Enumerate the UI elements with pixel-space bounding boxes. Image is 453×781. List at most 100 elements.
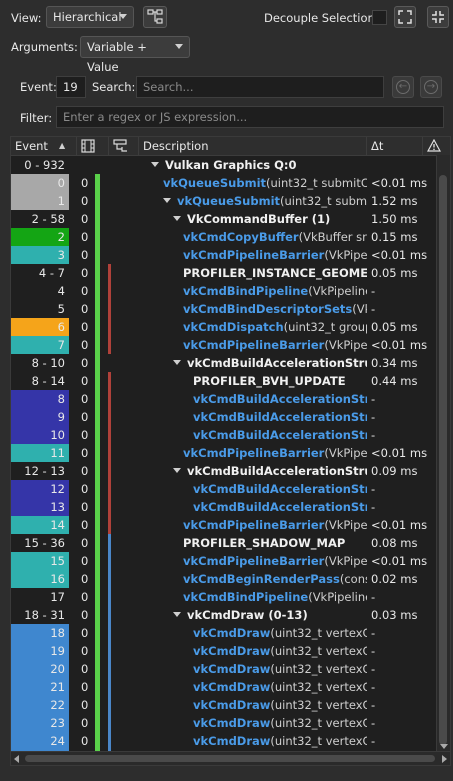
description-cell: vkCmdDraw(uint32_t vertexC... (193, 660, 367, 678)
view-select-value: Hierarchical (53, 10, 122, 24)
table-row[interactable]: 5 0 vkCmdBindDescriptorSets(VkPi...- (11, 300, 437, 318)
expand-button[interactable] (394, 6, 416, 28)
event-id-cell: 14 (11, 516, 69, 534)
scroll-right-arrow-icon[interactable] (442, 755, 447, 763)
table-row[interactable]: 23 0 vkCmdDraw(uint32_t vertexC...- (11, 714, 437, 732)
table-row[interactable]: 20 0 vkCmdDraw(uint32_t vertexC...- (11, 660, 437, 678)
event-column-header[interactable]: Event ▲ (11, 137, 77, 155)
table-row[interactable]: 12 - 13 0 vkCmdBuildAccelerationStruc... 0.… (11, 462, 437, 480)
marker-bar-green (95, 552, 100, 570)
view-select[interactable]: Hierarchical (46, 6, 134, 28)
table-row[interactable]: 8 0 vkCmdBuildAccelerationStr... - (11, 390, 437, 408)
table-row[interactable]: 19 0 vkCmdDraw(uint32_t vertexC...- (11, 642, 437, 660)
table-row[interactable]: 24 0 vkCmdDraw(uint32_t vertexC...- (11, 732, 437, 750)
table-row[interactable]: 00 vkQueueSubmit(uint32_t submitCo... <0.0… (11, 174, 437, 192)
table-row[interactable]: 10 0 vkCmdBuildAccelerationStr... - (11, 426, 437, 444)
arguments-select[interactable]: Variable + Value (80, 36, 190, 74)
table-row[interactable]: 70 vkCmdPipelineBarrier(VkPipeli... <0.01 … (11, 336, 437, 354)
table-row[interactable]: 12 0 vkCmdBuildAccelerationStr... - (11, 480, 437, 498)
marker-bar-green (95, 210, 100, 228)
marker-bar-red (108, 444, 111, 462)
warning-column-header[interactable] (423, 137, 450, 155)
event-id-cell: 24 (11, 732, 69, 750)
event-tree[interactable]: Event ▲ Description Δt 0 - 932 Vulkan Gr… (10, 136, 451, 766)
tree-view-button[interactable] (143, 6, 167, 28)
draw-count-cell: 0 (81, 500, 89, 514)
draw-count-cell: 0 (81, 356, 89, 370)
pipeline-icon (113, 139, 127, 152)
table-row[interactable]: 2 - 58 0 VkCommandBuffer (1) 1.50 ms (11, 210, 437, 228)
event-id-cell: 10 (11, 426, 69, 444)
marker-name: VkCommandBuffer (1) (187, 212, 331, 226)
dt-column-header[interactable]: Δt (367, 137, 423, 155)
decouple-selection-checkbox[interactable] (372, 10, 387, 25)
collapse-button[interactable] (427, 6, 449, 28)
expand-arrow-icon[interactable] (151, 162, 159, 167)
marker-bar-blue (108, 642, 111, 660)
table-row[interactable]: 4 0 vkCmdBindPipeline(VkPipeline...- (11, 282, 437, 300)
expand-arrow-icon[interactable] (173, 360, 181, 365)
table-row[interactable]: 16 0 vkCmdBeginRenderPass(const ... 0.02 ms (11, 570, 437, 588)
table-row[interactable]: 15 - 36 0 PROFILER_SHADOW_MAP 0.08 ms (11, 534, 437, 552)
api-call-args: (VkPipeli... (324, 518, 367, 532)
draw-count-cell: 0 (81, 374, 89, 388)
marker-column-header[interactable] (109, 137, 139, 155)
expand-arrow-icon[interactable] (163, 198, 171, 203)
event-id-cell: 8 - 14 (31, 374, 65, 388)
table-row[interactable]: 8 - 14 0 PROFILER_BVH_UPDATE 0.44 ms (11, 372, 437, 390)
table-row[interactable]: 30 vkCmdPipelineBarrier(VkPipeli... <0.01 … (11, 246, 437, 264)
table-row[interactable]: 22 0 vkCmdDraw(uint32_t vertexC...- (11, 696, 437, 714)
event-header-label: Event (15, 139, 48, 153)
marker-bar-green (95, 354, 100, 372)
table-row[interactable]: 9 0 vkCmdBuildAccelerationStr... - (11, 408, 437, 426)
table-row[interactable]: 18 - 31 0 vkCmdDraw (0-13) 0.03 ms (11, 606, 437, 624)
search-input[interactable]: Search... (136, 76, 384, 98)
filter-input[interactable]: Enter a regex or JS expression... (56, 106, 444, 128)
table-row[interactable]: 17 0 vkCmdBindPipeline(VkPipeline...- (11, 588, 437, 606)
api-call-args: (uint32_t vertexC... (270, 734, 367, 748)
arguments-select-value: Variable + Value (87, 40, 147, 74)
marker-bar-green (95, 264, 100, 282)
horizontal-scrollbar[interactable] (11, 751, 450, 765)
table-row[interactable]: 10 vkQueueSubmit(uint32_t submitCo... 1.52… (11, 192, 437, 210)
marker-bar-green (95, 660, 100, 678)
marker-bar-green (95, 174, 100, 192)
description-cell: vkCmdBuildAccelerationStr... (193, 480, 367, 498)
marker-bar-red (108, 498, 111, 516)
table-row[interactable]: 21 0 vkCmdDraw(uint32_t vertexC...- (11, 678, 437, 696)
draw-column-header[interactable] (77, 137, 109, 155)
table-row[interactable]: 60 vkCmdDispatch(uint32_t group... 0.05 ms (11, 318, 437, 336)
description-column-header[interactable]: Description (139, 137, 367, 155)
table-row[interactable]: 0 - 932 Vulkan Graphics Q:0 (11, 156, 437, 174)
table-row[interactable]: 18 0 vkCmdDraw(uint32_t vertexC...- (11, 624, 437, 642)
search-next-button[interactable]: → (420, 76, 442, 98)
duration-cell: 0.44 ms (371, 374, 418, 388)
table-row[interactable]: 8 - 10 0 vkCmdBuildAccelerationStruc... 0.3… (11, 354, 437, 372)
api-call-name: vkCmdDraw (193, 680, 271, 694)
vertical-scroll-thumb[interactable] (439, 175, 447, 745)
description-cell: vkCmdDraw(uint32_t vertexC... (193, 624, 367, 642)
expand-arrow-icon[interactable] (173, 612, 181, 617)
api-call-args: (VkPipeli... (324, 446, 367, 460)
table-row[interactable]: 4 - 7 0 PROFILER_INSTANCE_GEOMET... 0.05 ms (11, 264, 437, 282)
scroll-left-arrow-icon[interactable] (14, 755, 19, 763)
table-row[interactable]: 11 0 vkCmdPipelineBarrier(VkPipeli... <0.01… (11, 444, 437, 462)
api-call-name: vkCmdCopyBuffer (183, 230, 299, 244)
search-prev-button[interactable]: ← (392, 76, 414, 98)
table-row[interactable]: 15 0 vkCmdPipelineBarrier(VkPipeli... <0.01… (11, 552, 437, 570)
marker-bar-green (95, 732, 100, 750)
scroll-down-arrow-icon[interactable] (440, 744, 448, 749)
marker-bar-blue (108, 732, 111, 750)
api-call-name: vkCmdDraw (193, 698, 271, 712)
table-row[interactable]: 13 0 vkCmdBuildAccelerationStr... - (11, 498, 437, 516)
vertical-scrollbar[interactable] (436, 155, 450, 751)
expand-arrow-icon[interactable] (173, 216, 181, 221)
table-row[interactable]: 14 0 vkCmdPipelineBarrier(VkPipeli... <0.01… (11, 516, 437, 534)
table-row[interactable]: 20 vkCmdCopyBuffer(VkBuffer src... 0.15 ms (11, 228, 437, 246)
event-input[interactable]: 19 (56, 76, 86, 98)
api-call-name: vkCmdBindPipeline (183, 590, 309, 604)
duration-cell: - (371, 500, 376, 514)
event-id-cell: 23 (11, 714, 69, 732)
expand-arrow-icon[interactable] (173, 468, 181, 473)
horizontal-scroll-thumb[interactable] (25, 755, 435, 762)
